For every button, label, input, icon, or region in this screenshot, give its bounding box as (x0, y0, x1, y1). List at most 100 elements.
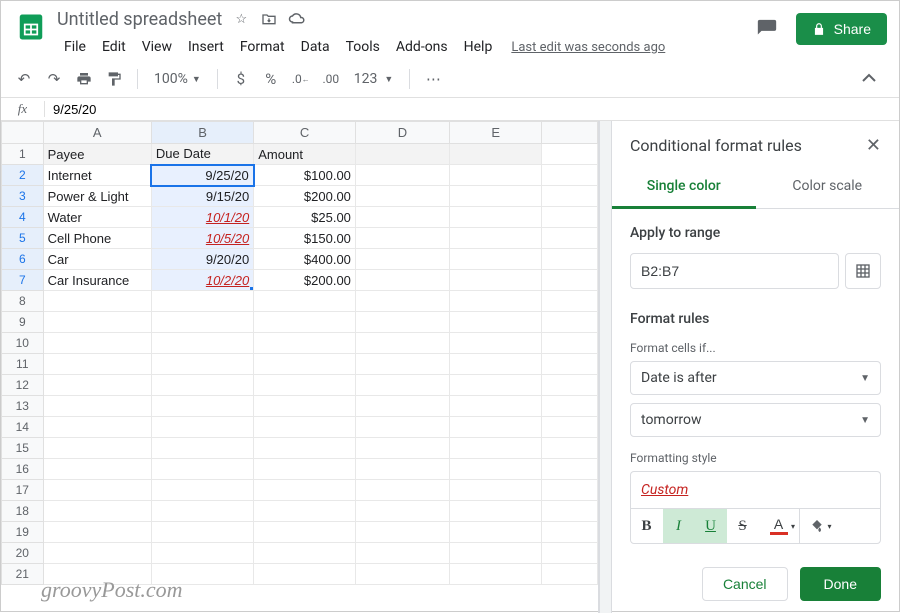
cloud-status-icon[interactable] (288, 10, 306, 28)
cell-A15[interactable] (43, 438, 151, 459)
cell-D17[interactable] (355, 480, 449, 501)
row-header-13[interactable]: 13 (2, 396, 44, 417)
condition-select[interactable]: Date is after▼ (630, 361, 881, 395)
undo-icon[interactable]: ↶ (11, 66, 37, 92)
italic-button[interactable]: I (663, 509, 695, 543)
cell-D10[interactable] (355, 333, 449, 354)
sheets-logo[interactable] (11, 7, 51, 47)
cell-A2[interactable]: Internet (43, 165, 151, 186)
menu-tools[interactable]: Tools (339, 35, 387, 59)
cell-A14[interactable] (43, 417, 151, 438)
cell-B15[interactable] (151, 438, 253, 459)
underline-button[interactable]: U (695, 509, 727, 543)
cell-E18[interactable] (450, 501, 542, 522)
col-header-A[interactable]: A (43, 122, 151, 144)
row-header-10[interactable]: 10 (2, 333, 44, 354)
cell-D14[interactable] (355, 417, 449, 438)
cell-extra-16[interactable] (542, 459, 598, 480)
cell-C19[interactable] (254, 522, 356, 543)
cell-E6[interactable] (450, 249, 542, 270)
row-header-14[interactable]: 14 (2, 417, 44, 438)
cell-E10[interactable] (450, 333, 542, 354)
last-edit[interactable]: Last edit was seconds ago (511, 40, 665, 55)
cell-A7[interactable]: Car Insurance (43, 270, 151, 291)
cell-D18[interactable] (355, 501, 449, 522)
strikethrough-button[interactable]: S (727, 509, 759, 543)
cell-B11[interactable] (151, 354, 253, 375)
cell-A19[interactable] (43, 522, 151, 543)
col-header-B[interactable]: B (151, 122, 253, 144)
row-header-6[interactable]: 6 (2, 249, 44, 270)
cell-C16[interactable] (254, 459, 356, 480)
row-header-4[interactable]: 4 (2, 207, 44, 228)
cell-C21[interactable] (254, 564, 356, 585)
row-header-5[interactable]: 5 (2, 228, 44, 249)
cell-C11[interactable] (254, 354, 356, 375)
zoom-select[interactable]: 100% ▼ (148, 69, 207, 89)
cell-extra-8[interactable] (542, 291, 598, 312)
cell-E5[interactable] (450, 228, 542, 249)
cell-B3[interactable]: 9/15/20 (151, 186, 253, 207)
cell-extra-19[interactable] (542, 522, 598, 543)
row-header-15[interactable]: 15 (2, 438, 44, 459)
cancel-button[interactable]: Cancel (702, 567, 788, 601)
cell-D13[interactable] (355, 396, 449, 417)
cell-D11[interactable] (355, 354, 449, 375)
tab-color-scale[interactable]: Color scale (756, 166, 900, 209)
cell-C9[interactable] (254, 312, 356, 333)
cell-C14[interactable] (254, 417, 356, 438)
cell-C20[interactable] (254, 543, 356, 564)
currency-icon[interactable]: $ (228, 66, 254, 92)
cell-E12[interactable] (450, 375, 542, 396)
cell-E3[interactable] (450, 186, 542, 207)
cell-E19[interactable] (450, 522, 542, 543)
cell-D12[interactable] (355, 375, 449, 396)
row-header-8[interactable]: 8 (2, 291, 44, 312)
tab-single-color[interactable]: Single color (612, 166, 756, 209)
cell-C3[interactable]: $200.00 (254, 186, 356, 207)
menu-file[interactable]: File (57, 35, 93, 59)
decrease-decimal-icon[interactable]: .0← (288, 66, 314, 92)
cell-B14[interactable] (151, 417, 253, 438)
cell-extra-9[interactable] (542, 312, 598, 333)
cell-E11[interactable] (450, 354, 542, 375)
cell-C18[interactable] (254, 501, 356, 522)
doc-title[interactable]: Untitled spreadsheet (57, 9, 222, 30)
corner-cell[interactable] (2, 122, 44, 144)
cell-B5[interactable]: 10/5/20 (151, 228, 253, 249)
cell-A3[interactable]: Power & Light (43, 186, 151, 207)
comments-icon[interactable] (752, 14, 782, 44)
menu-view[interactable]: View (135, 35, 179, 59)
number-format-select[interactable]: 123▼ (348, 69, 400, 89)
cell-extra-1[interactable] (542, 144, 598, 165)
cell-B12[interactable] (151, 375, 253, 396)
cell-C4[interactable]: $25.00 (254, 207, 356, 228)
share-button[interactable]: Share (796, 13, 887, 45)
cell-A1[interactable]: Payee (43, 144, 151, 165)
row-header-9[interactable]: 9 (2, 312, 44, 333)
cell-extra-10[interactable] (542, 333, 598, 354)
cell-A10[interactable] (43, 333, 151, 354)
cell-B17[interactable] (151, 480, 253, 501)
cell-E16[interactable] (450, 459, 542, 480)
row-header-12[interactable]: 12 (2, 375, 44, 396)
cell-A6[interactable]: Car (43, 249, 151, 270)
menu-addons[interactable]: Add-ons (389, 35, 455, 59)
cell-extra-11[interactable] (542, 354, 598, 375)
cell-C17[interactable] (254, 480, 356, 501)
cell-E14[interactable] (450, 417, 542, 438)
redo-icon[interactable]: ↷ (41, 66, 67, 92)
cell-extra-21[interactable] (542, 564, 598, 585)
cell-D9[interactable] (355, 312, 449, 333)
formula-input[interactable] (45, 102, 899, 117)
cell-D2[interactable] (355, 165, 449, 186)
cell-extra-17[interactable] (542, 480, 598, 501)
cell-extra-6[interactable] (542, 249, 598, 270)
row-header-18[interactable]: 18 (2, 501, 44, 522)
cell-D15[interactable] (355, 438, 449, 459)
cell-B8[interactable] (151, 291, 253, 312)
cell-A13[interactable] (43, 396, 151, 417)
menu-format[interactable]: Format (233, 35, 292, 59)
cell-B20[interactable] (151, 543, 253, 564)
cell-B7[interactable]: 10/2/20 (151, 270, 253, 291)
